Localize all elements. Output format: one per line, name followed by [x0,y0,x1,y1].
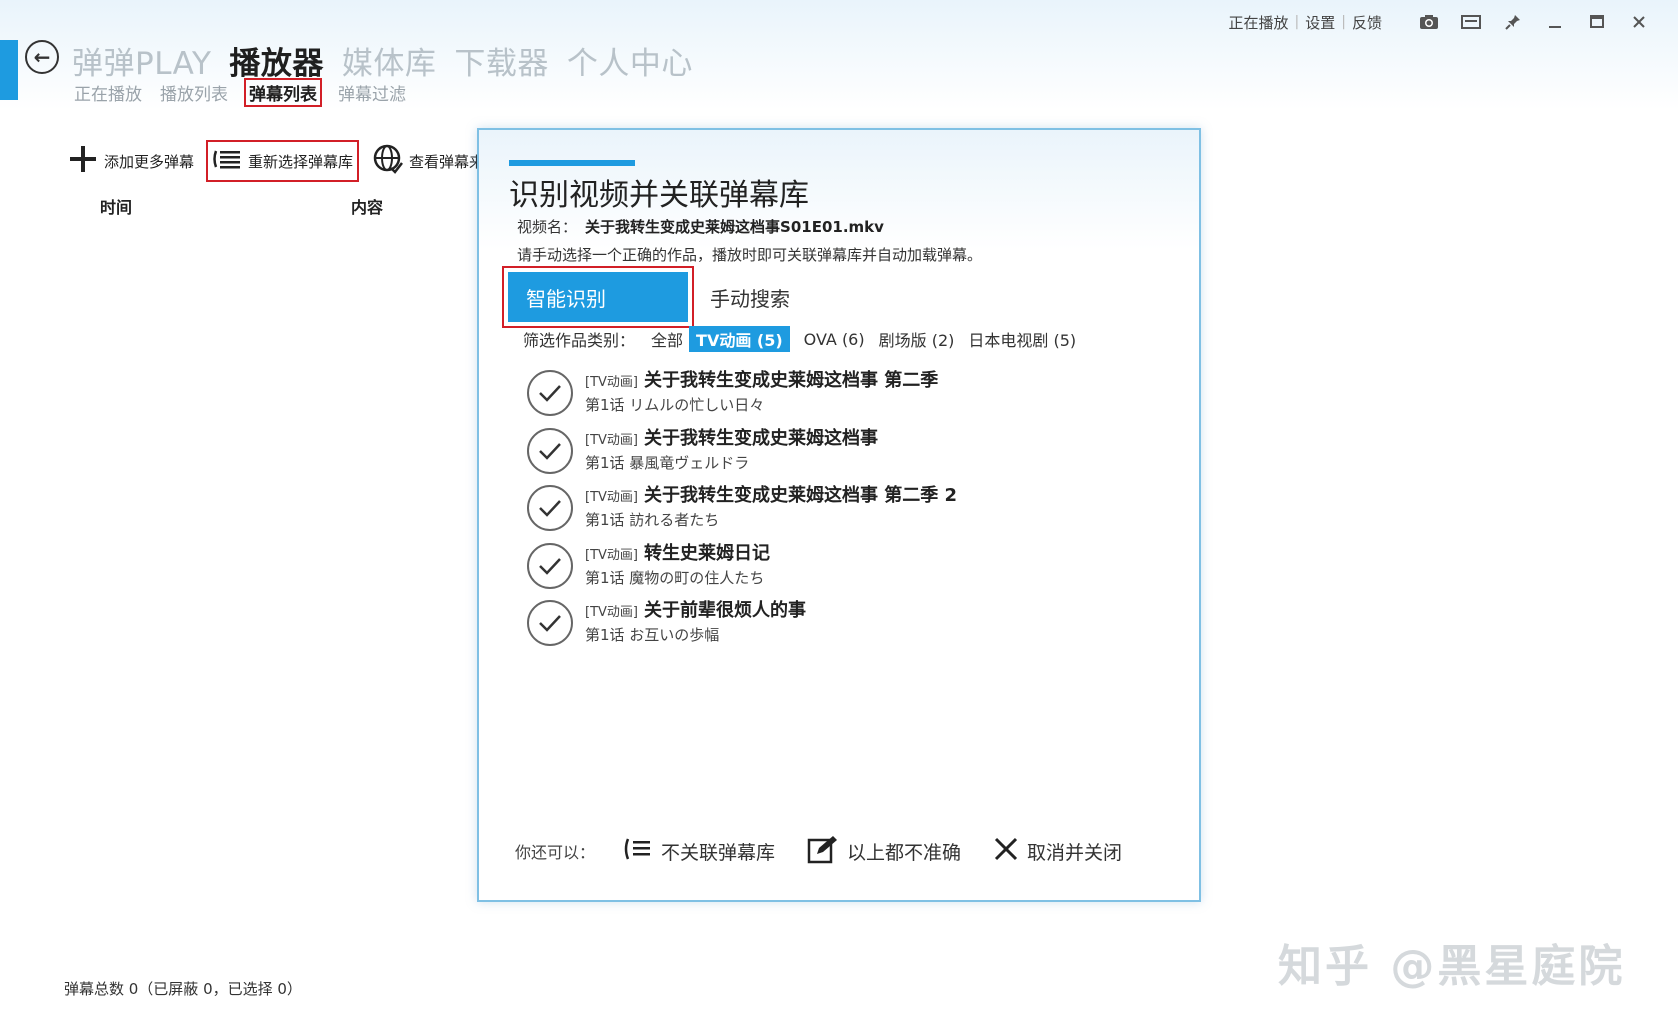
reselect-library-label: 重新选择弹幕库 [248,152,354,171]
reselect-library-button[interactable]: 重新选择弹幕库 [206,140,360,182]
filter-label: 筛选作品类别： [523,331,636,350]
result-episode: 第1话 訪れる者たち [585,511,720,529]
close-x-icon [993,836,1019,866]
dialog-footer: 你还可以： 不关联弹幕库 以上都不准确 取消并关闭 [515,834,1154,868]
result-title: 关于我转生变成史莱姆这档事 第二季 2 [643,485,958,506]
category-filter: 筛选作品类别： 全部 TV动画 (5) OVA (6) 剧场版 (2) 日本电视… [523,326,1076,352]
no-link-button[interactable]: 不关联弹幕库 [623,836,775,866]
check-circle-icon[interactable] [527,370,573,416]
main-nav: 弹弹PLAY 播放器 媒体库 下载器 个人中心 [72,38,693,83]
result-tag: [TV动画] [585,605,638,620]
camera-icon[interactable] [1418,11,1440,33]
subnav-danmaku-list[interactable]: 弹幕列表 [244,78,322,107]
edit-icon [807,834,839,868]
result-title: 关于我转生变成史莱姆这档事 第二季 [643,370,939,391]
result-episode: 第1话 魔物の町の住人たち [585,568,765,587]
dialog-hint: 请手动选择一个正确的作品，播放时即可关联弹幕库并自动加载弹幕。 [517,246,983,264]
result-episode: 第1话 リムルの忙しい日々 [585,396,765,414]
none-correct-label: 以上都不准确 [847,841,962,864]
subnav-playlist[interactable]: 播放列表 [158,79,230,106]
tab-smart-recognition[interactable]: 智能识别 [508,272,688,322]
back-button[interactable]: ← [25,40,59,74]
column-time[interactable]: 时间 [100,194,132,218]
pin-icon[interactable] [1502,11,1524,33]
result-episode: 第1话 暴風竜ヴェルドラ [585,453,750,472]
nav-player[interactable]: 播放器 [229,38,324,83]
nav-danmaku-play[interactable]: 弹弹PLAY [72,38,211,83]
subnav-danmaku-filter[interactable]: 弹幕过滤 [336,79,408,106]
result-tag: [TV动画] [585,375,638,390]
check-circle-icon[interactable] [527,427,573,474]
link-now-playing[interactable]: 正在播放 [1223,12,1295,33]
window-mode-icon[interactable] [1460,11,1482,33]
close-icon[interactable] [1628,11,1650,33]
globe-icon [373,144,404,178]
filter-jp-drama[interactable]: 日本电视剧 (5) [968,327,1076,351]
result-tag: [TV动画] [585,547,638,563]
column-content[interactable]: 内容 [351,194,383,218]
match-video-dialog: 识别视频并关联弹幕库 视频名： 关于我转生变成史莱姆这档事S01E01.mkv 请… [477,128,1201,902]
video-name-label: 视频名： [517,218,578,236]
result-tag: [TV动画] [585,490,638,505]
add-danmaku-label: 添加更多弹幕 [104,152,195,171]
cancel-close-label: 取消并关闭 [1027,841,1123,864]
window-controls: 正在播放 | 设置 | 反馈 [1223,8,1650,36]
result-text: [TV动画] 关于我转生变成史莱姆这档事 第二季 第1话 リムルの忙しい日々 [585,366,938,415]
danmaku-status: 弹幕总数 0（已屏蔽 0，已选择 0） [64,980,302,998]
result-title: 关于我转生变成史莱姆这档事 [643,427,878,449]
check-circle-icon[interactable] [527,485,573,531]
nav-media-library[interactable]: 媒体库 [342,38,437,83]
none-correct-button[interactable]: 以上都不准确 [807,834,961,868]
check-circle-icon[interactable] [527,542,573,589]
nav-downloader[interactable]: 下载器 [454,38,549,83]
no-link-label: 不关联弹幕库 [661,841,776,864]
link-feedback[interactable]: 反馈 [1346,12,1388,33]
minimize-icon[interactable] [1544,11,1566,33]
video-name-value: 关于我转生变成史莱姆这档事S01E01.mkv [585,218,884,236]
video-name-line: 视频名： 关于我转生变成史莱姆这档事S01E01.mkv [517,216,884,237]
filter-ova[interactable]: OVA (6) [804,330,865,349]
tab-manual-search[interactable]: 手动搜索 [710,283,790,312]
sub-nav: 正在播放 播放列表 弹幕列表 弹幕过滤 [72,78,408,107]
nav-personal-center[interactable]: 个人中心 [567,38,693,83]
result-text: [TV动画] 转生史莱姆日记 第1话 魔物の町の住人たち [585,539,770,588]
result-title: 转生史莱姆日记 [643,542,770,564]
result-title: 关于前辈很烦人的事 [643,600,806,621]
tab-smart-highlight: 智能识别 [502,266,694,328]
watermark: 知乎 @黑星庭院 [1278,941,1626,992]
dialog-accent-bar [509,160,635,166]
danmaku-toolbar: 添加更多弹幕 重新选择弹幕库 查看弹幕来 [64,140,488,182]
maximize-icon[interactable] [1586,11,1608,33]
filter-movie[interactable]: 剧场版 (2) [879,327,955,351]
footer-label: 你还可以： [515,843,596,862]
plus-icon [68,144,98,178]
view-danmaku-source-label: 查看弹幕来 [409,152,485,171]
accent-bar [0,40,18,100]
result-text: [TV动画] 关于我转生变成史莱姆这档事 第1话 暴風竜ヴェルドラ [585,424,878,473]
link-settings[interactable]: 设置 [1299,12,1341,33]
filter-tv-anime[interactable]: TV动画 (5) [689,326,790,352]
cancel-close-button[interactable]: 取消并关闭 [993,836,1122,866]
result-tag: [TV动画] [585,432,638,448]
unlink-danmaku-icon [623,836,653,866]
filter-all[interactable]: 全部 [651,327,683,351]
result-text: [TV动画] 关于我转生变成史莱姆这档事 第二季 2 第1话 訪れる者たち [585,481,957,530]
danmaku-library-icon [212,147,242,175]
result-episode: 第1话 お互いの歩幅 [585,626,720,644]
dialog-title: 识别视频并关联弹幕库 [509,178,809,213]
add-danmaku-button[interactable]: 添加更多弹幕 [64,140,198,182]
check-circle-icon[interactable] [527,600,573,646]
arrow-left-icon: ← [33,45,51,69]
match-mode-tabs: 智能识别 手动搜索 [502,266,790,328]
subnav-now-playing[interactable]: 正在播放 [72,79,144,106]
view-danmaku-source-button[interactable]: 查看弹幕来 [369,140,488,182]
result-text: [TV动画] 关于前辈很烦人的事 第1话 お互いの歩幅 [585,596,806,645]
